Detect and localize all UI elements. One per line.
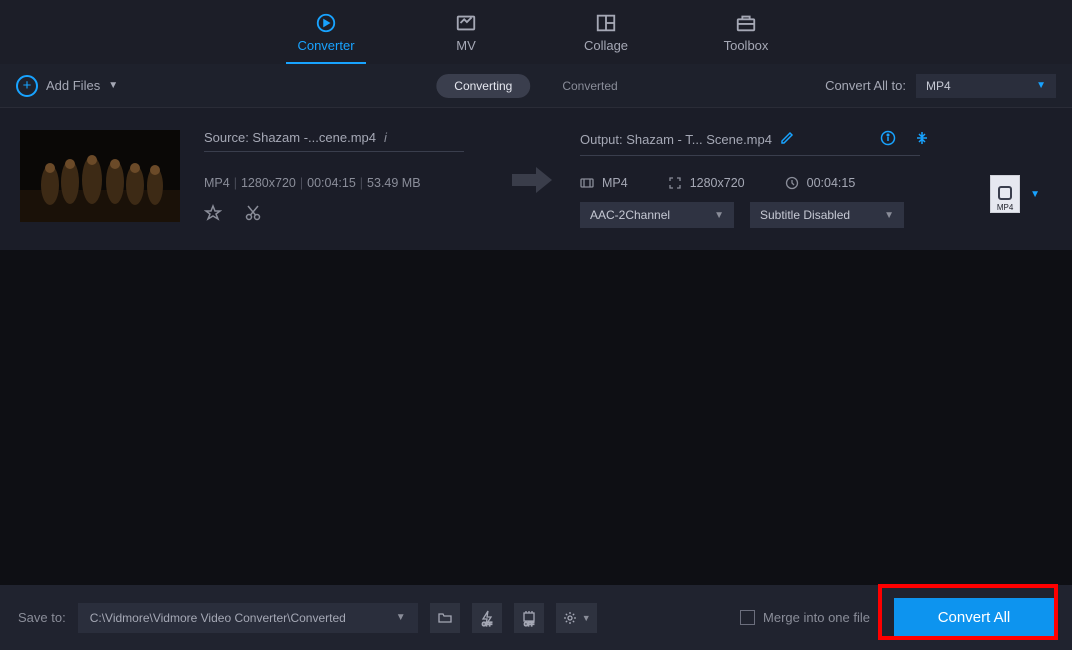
convert-all-to-label: Convert All to:	[825, 78, 906, 93]
nav-tab-mv[interactable]: MV	[426, 0, 506, 64]
format-caret-icon[interactable]: ▼	[1030, 189, 1040, 200]
nav-tab-toolbox[interactable]: Toolbox	[706, 0, 786, 64]
info-icon[interactable]: i	[384, 130, 387, 145]
video-thumbnail[interactable]	[20, 130, 180, 222]
chip-icon: OFF	[520, 609, 538, 627]
merge-checkbox[interactable]: Merge into one file	[740, 610, 870, 625]
audio-track-select[interactable]: AAC-2Channel ▼	[580, 202, 734, 228]
caret-down-icon: ▼	[1036, 80, 1046, 91]
cut-icon[interactable]	[244, 204, 262, 222]
convert-all-to-value: MP4	[926, 79, 951, 93]
caret-down-icon: ▼	[884, 210, 894, 221]
nav-label: MV	[456, 38, 476, 53]
subtitle-select[interactable]: Subtitle Disabled ▼	[750, 202, 904, 228]
output-label: Output: Shazam - T... Scene.mp4	[580, 132, 772, 147]
toolbox-icon	[735, 12, 757, 34]
caret-down-icon: ▼	[108, 80, 118, 91]
save-path-select[interactable]: C:\Vidmore\Vidmore Video Converter\Conve…	[78, 603, 418, 633]
settings-button[interactable]: ▼	[556, 603, 597, 633]
caret-down-icon: ▼	[582, 613, 591, 623]
caret-down-icon: ▼	[714, 210, 724, 221]
mv-icon	[455, 12, 477, 34]
toolbar: + Add Files ▼ Converting Converted Conve…	[0, 64, 1072, 108]
nav-tab-converter[interactable]: Converter	[286, 0, 366, 64]
hw-accel-button[interactable]: OFF	[472, 603, 502, 633]
media-info-icon[interactable]	[880, 130, 896, 149]
nav-label: Converter	[297, 38, 354, 53]
svg-text:OFF: OFF	[482, 622, 492, 627]
gear-icon	[562, 610, 578, 626]
empty-area	[0, 250, 1072, 572]
output-duration: 00:04:15	[785, 176, 856, 190]
convert-all-to-group: Convert All to: MP4 ▼	[825, 74, 1056, 98]
save-to-label: Save to:	[18, 610, 66, 625]
nav-label: Toolbox	[724, 38, 769, 53]
format-column: MP4 ▼	[990, 130, 1052, 228]
lightning-icon: OFF	[478, 609, 496, 627]
source-label: Source: Shazam -...cene.mp4	[204, 130, 376, 145]
file-list: Source: Shazam -...cene.mp4 i MP4|1280x7…	[0, 108, 1072, 250]
output-format: MP4	[580, 176, 628, 190]
file-row: Source: Shazam -...cene.mp4 i MP4|1280x7…	[0, 108, 1072, 250]
tab-converted[interactable]: Converted	[544, 74, 635, 98]
checkbox-icon	[740, 610, 755, 625]
open-folder-button[interactable]	[430, 603, 460, 633]
add-files-button[interactable]: + Add Files ▼	[16, 75, 118, 97]
divider	[580, 155, 920, 156]
output-resolution: 1280x720	[668, 176, 745, 190]
source-meta: MP4|1280x720|00:04:15|53.49 MB	[204, 176, 484, 190]
convert-all-to-select[interactable]: MP4 ▼	[916, 74, 1056, 98]
gpu-button[interactable]: OFF	[514, 603, 544, 633]
divider	[204, 151, 464, 152]
expand-icon	[668, 176, 682, 190]
plus-icon: +	[16, 75, 38, 97]
caret-down-icon: ▼	[396, 612, 406, 623]
converter-icon	[315, 12, 337, 34]
compress-icon[interactable]	[914, 130, 930, 149]
tab-converting[interactable]: Converting	[436, 74, 530, 98]
rename-icon[interactable]	[780, 131, 794, 148]
convert-all-button[interactable]: Convert All	[894, 598, 1054, 638]
output-column: Output: Shazam - T... Scene.mp4	[580, 130, 930, 228]
main-nav: Converter MV Collage Toolbox	[0, 0, 1072, 64]
footer: Save to: C:\Vidmore\Vidmore Video Conver…	[0, 585, 1072, 650]
output-format-button[interactable]: MP4	[990, 175, 1020, 213]
nav-tab-collage[interactable]: Collage	[566, 0, 646, 64]
svg-text:OFF: OFF	[524, 622, 534, 627]
effects-icon[interactable]	[204, 204, 222, 222]
add-files-label: Add Files	[46, 78, 100, 93]
arrow-right-icon	[508, 164, 556, 196]
folder-icon	[437, 610, 453, 626]
nav-label: Collage	[584, 38, 628, 53]
arrow-column	[508, 130, 556, 228]
video-icon	[580, 176, 594, 190]
source-column: Source: Shazam -...cene.mp4 i MP4|1280x7…	[204, 130, 484, 228]
clock-icon	[785, 176, 799, 190]
collage-icon	[595, 12, 617, 34]
status-tabs: Converting	[436, 74, 530, 98]
